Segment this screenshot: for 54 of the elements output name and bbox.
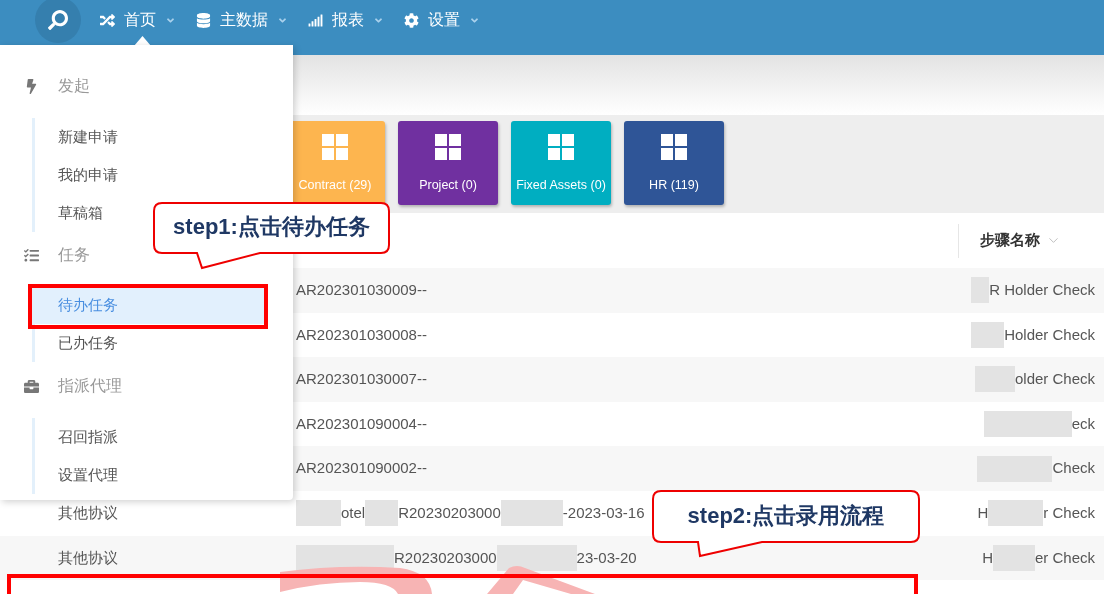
menu-item[interactable]: 新建申请 — [58, 118, 118, 156]
shuffle-icon — [100, 12, 115, 28]
cell-text: R20230203000 — [398, 503, 501, 523]
cell-text: AR202301090002-- — [296, 458, 427, 479]
cell-text: -2023-03-16 — [562, 503, 645, 523]
redaction-block — [971, 321, 1005, 348]
section-title: 任务 — [58, 245, 90, 265]
callout-text: step2:点击录用流程 — [687, 501, 885, 530]
callout-text: step1:点击待办任务 — [173, 213, 370, 241]
cell-text: AR202301030009-- — [296, 280, 427, 301]
section-title: 指派代理 — [58, 376, 122, 396]
cell-text: otel — [341, 503, 366, 523]
nav-menu-item[interactable]: 主数据 — [196, 8, 288, 32]
signal-bars-icon — [308, 12, 323, 28]
grid-icon — [661, 134, 687, 160]
database-icon — [196, 12, 211, 28]
cell-text: R Holder Check — [989, 280, 1095, 301]
gear-icon — [404, 12, 419, 28]
search-icon — [48, 10, 68, 30]
redaction-block — [988, 500, 1044, 527]
grid-icon — [548, 134, 574, 160]
cell-text: 23-03-20 — [576, 547, 637, 568]
cell-text: r Check — [1043, 503, 1095, 523]
briefcase-icon — [24, 378, 39, 394]
category-tile[interactable]: Project (0) — [398, 121, 498, 205]
cell-text: 其他协议 — [58, 503, 118, 523]
category-tile[interactable]: HR (119) — [624, 121, 724, 205]
section-title: 发起 — [58, 76, 90, 96]
grid-icon — [322, 134, 348, 160]
menu-item[interactable]: 草稿箱 — [58, 194, 103, 232]
redaction-block — [500, 500, 563, 527]
nav-menu-item[interactable]: 首页 — [100, 8, 176, 32]
cell-text: H — [982, 547, 993, 568]
cell-text: AR202301030008-- — [296, 324, 427, 345]
cell-text: AR202301090004-- — [296, 413, 427, 434]
nav-menu-item[interactable]: 设置 — [404, 8, 480, 32]
cell-text: AR202301030007-- — [296, 369, 427, 390]
redaction-block — [296, 500, 341, 527]
cell-text: 其他协议 — [58, 547, 118, 568]
cell-text: older Check — [1014, 369, 1095, 390]
grid-icon — [435, 134, 461, 160]
bolt-icon — [24, 78, 39, 94]
cell-text: Check — [1052, 458, 1095, 479]
search-button[interactable] — [35, 0, 81, 43]
task-list-icon — [24, 247, 39, 263]
cell-text: Holder Check — [1004, 324, 1095, 345]
nav-menu-item[interactable]: 报表 — [308, 8, 384, 32]
column-header[interactable]: 步骤名称 — [980, 229, 1061, 252]
redaction-block — [365, 500, 399, 527]
cell-text: R20230203000 — [394, 547, 497, 568]
cell-text: eck — [1071, 413, 1095, 434]
cell-text: H — [977, 503, 989, 523]
menu-item[interactable]: 我的申请 — [58, 156, 118, 194]
cell-text: er Check — [1034, 547, 1095, 568]
